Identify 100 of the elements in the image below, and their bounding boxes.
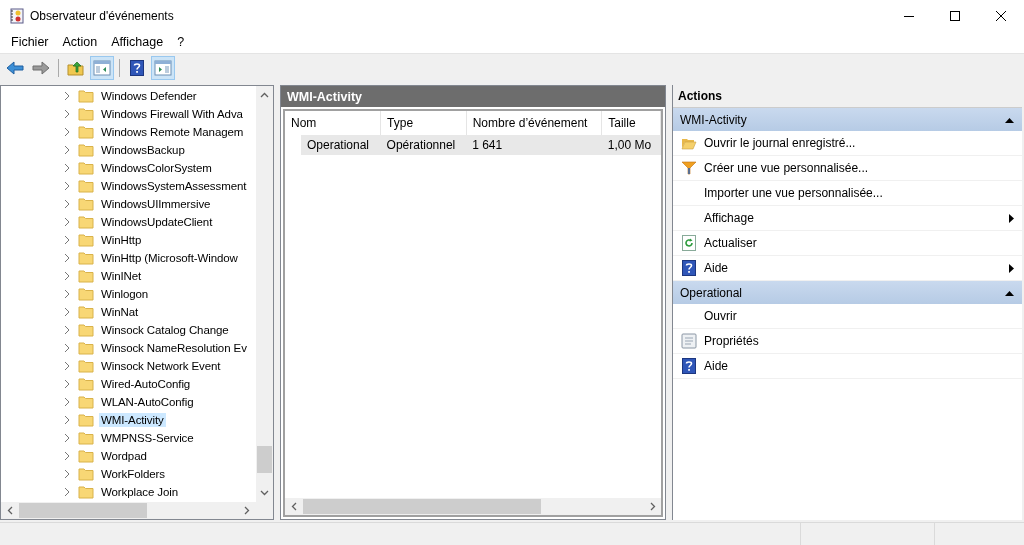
- help-icon: [681, 260, 696, 276]
- tree-item[interactable]: WinHttp (Microsoft-Window: [99, 251, 240, 265]
- scroll-left-icon[interactable]: [7, 506, 13, 515]
- open-folder-icon: [680, 136, 697, 150]
- tree-item[interactable]: Windows Remote Managem: [99, 125, 246, 139]
- task-link[interactable]: Ouvrir: [673, 304, 1022, 329]
- chevron-right-icon[interactable]: [63, 163, 71, 173]
- scroll-right-icon[interactable]: [244, 506, 250, 515]
- folder-up-icon[interactable]: [67, 60, 85, 76]
- menu-bar-item[interactable]: Action: [55, 33, 105, 51]
- folder-icon: [78, 215, 94, 229]
- action-pane-icon[interactable]: [154, 60, 172, 76]
- tree-pane-icon[interactable]: [93, 60, 111, 76]
- folder-icon: [78, 449, 94, 463]
- scrollbar-thumb[interactable]: [303, 499, 541, 514]
- window-title: Observateur d'événements: [30, 8, 175, 23]
- back-arrow-icon[interactable]: [6, 61, 24, 75]
- chevron-right-icon[interactable]: [63, 433, 71, 443]
- forward-arrow-icon[interactable]: [32, 61, 50, 75]
- tree-item[interactable]: Winlogon: [99, 287, 151, 301]
- scroll-up-icon[interactable]: [260, 92, 269, 98]
- chevron-right-icon[interactable]: [63, 343, 71, 353]
- folder-icon: [78, 485, 94, 499]
- maximize-icon[interactable]: [950, 10, 960, 21]
- tree-item[interactable]: WinNat: [99, 305, 141, 319]
- help-icon: [681, 358, 696, 374]
- tree-item[interactable]: WindowsColorSystem: [99, 161, 214, 175]
- task-link[interactable]: Actualiser: [673, 231, 1022, 256]
- scrollbar-thumb[interactable]: [19, 503, 147, 518]
- folder-icon: [78, 323, 94, 337]
- folder-icon: [78, 431, 94, 445]
- chevron-right-icon[interactable]: [63, 451, 71, 461]
- chevron-right-icon[interactable]: [63, 361, 71, 371]
- task-link[interactable]: Importer une vue personnalisée...: [673, 181, 1022, 206]
- task-link[interactable]: Ouvrir le journal enregistré...: [673, 131, 1022, 156]
- chevron-right-icon[interactable]: [63, 289, 71, 299]
- scroll-down-icon[interactable]: [260, 490, 269, 496]
- tree-item[interactable]: Winsock Network Event: [99, 359, 223, 373]
- tree-item[interactable]: Workplace Join: [99, 485, 180, 499]
- task-link[interactable]: Aide: [673, 354, 1022, 379]
- chevron-right-icon[interactable]: [63, 91, 71, 101]
- collapse-icon[interactable]: [1005, 289, 1014, 296]
- section-header[interactable]: Operational: [673, 281, 1022, 304]
- tree-item[interactable]: WindowsBackup: [99, 143, 187, 157]
- menu-bar-item[interactable]: ?: [170, 33, 192, 51]
- tree-item[interactable]: WinHttp: [99, 233, 144, 247]
- tree-item[interactable]: Wordpad: [99, 449, 149, 463]
- vertical-scrollbar[interactable]: [256, 86, 273, 502]
- tree-item[interactable]: WinINet: [99, 269, 144, 283]
- chevron-right-icon[interactable]: [63, 217, 71, 227]
- horizontal-scrollbar[interactable]: [1, 502, 273, 519]
- chevron-right-icon[interactable]: [63, 253, 71, 263]
- scroll-right-icon[interactable]: [650, 502, 656, 511]
- section-header[interactable]: WMI-Activity: [673, 108, 1022, 131]
- chevron-right-icon[interactable]: [63, 145, 71, 155]
- chevron-right-icon[interactable]: [63, 487, 71, 497]
- tree-item[interactable]: WindowsUIImmersive: [99, 197, 213, 211]
- folder-icon: [78, 269, 94, 283]
- tree-item[interactable]: Winsock NameResolution Ev: [99, 341, 249, 355]
- chevron-right-icon[interactable]: [63, 127, 71, 137]
- chevron-right-icon[interactable]: [63, 109, 71, 119]
- task-link[interactable]: Affichage: [673, 206, 1022, 231]
- chevron-right-icon[interactable]: [63, 379, 71, 389]
- chevron-right-icon[interactable]: [63, 415, 71, 425]
- chevron-right-icon[interactable]: [63, 307, 71, 317]
- chevron-right-icon[interactable]: [63, 181, 71, 191]
- tree-item[interactable]: WorkFolders: [99, 467, 167, 481]
- menu-bar-item[interactable]: Affichage: [104, 33, 171, 51]
- tree-item[interactable]: Winsock Catalog Change: [99, 323, 231, 337]
- chevron-right-icon[interactable]: [63, 235, 71, 245]
- table-cell: 1,00 Mo: [601, 135, 661, 155]
- horizontal-scrollbar[interactable]: [285, 498, 661, 515]
- tree-item[interactable]: Wired-AutoConfig: [99, 377, 193, 391]
- collapse-icon[interactable]: [1005, 116, 1014, 123]
- chevron-right-icon[interactable]: [63, 397, 71, 407]
- folder-icon: [78, 143, 94, 157]
- chevron-right-icon[interactable]: [63, 469, 71, 479]
- chevron-right-icon[interactable]: [63, 271, 71, 281]
- help-icon[interactable]: [130, 60, 144, 76]
- pane-title: WMI-Activity: [281, 86, 665, 107]
- tree-item[interactable]: WLAN-AutoConfig: [99, 395, 196, 409]
- folder-icon: [78, 125, 94, 139]
- close-icon[interactable]: [996, 10, 1006, 21]
- task-link[interactable]: Créer une vue personnalisée...: [673, 156, 1022, 181]
- tree-item[interactable]: Windows Firewall With Adva: [99, 107, 245, 121]
- scrollbar-thumb[interactable]: [257, 446, 272, 473]
- tree-item[interactable]: Windows Defender: [99, 89, 199, 103]
- menu-bar-item[interactable]: Fichier: [4, 33, 56, 51]
- chevron-right-icon[interactable]: [63, 199, 71, 209]
- task-link[interactable]: Propriétés: [673, 329, 1022, 354]
- tree-item[interactable]: WindowsSystemAssessment: [99, 179, 249, 193]
- folder-icon: [78, 467, 94, 481]
- tree-item[interactable]: WMI-Activity: [99, 413, 166, 427]
- scroll-left-icon[interactable]: [291, 502, 297, 511]
- folder-icon: [78, 287, 94, 301]
- folder-icon: [78, 395, 94, 409]
- properties-icon: [680, 333, 697, 349]
- chevron-right-icon[interactable]: [63, 325, 71, 335]
- tree-item[interactable]: WMPNSS-Service: [99, 431, 196, 445]
- tree-item[interactable]: WindowsUpdateClient: [99, 215, 215, 229]
